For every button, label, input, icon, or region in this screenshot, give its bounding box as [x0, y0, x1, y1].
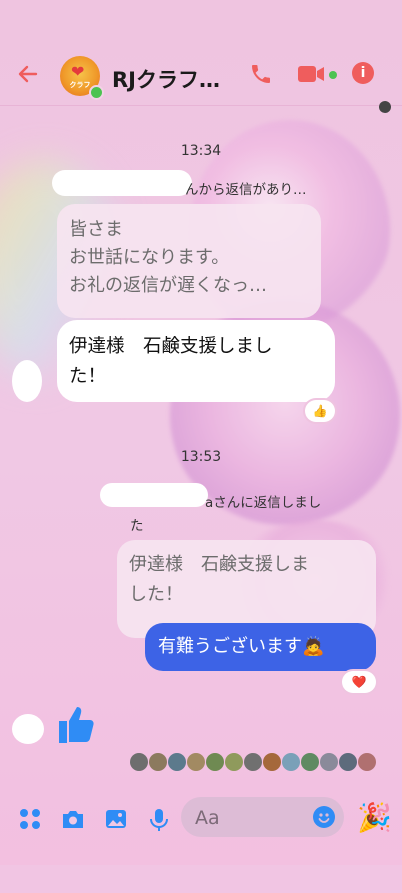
reader-avatar	[168, 753, 186, 771]
sent-message-bubble[interactable]: 有難うございます🙇	[145, 623, 376, 671]
quote-line: 皆さま	[69, 219, 123, 240]
header-divider	[0, 105, 402, 106]
online-status-dot	[89, 85, 104, 100]
reader-avatar	[187, 753, 205, 771]
message-bubble[interactable]: 伊達様 石鹸支援しまし た！	[57, 320, 335, 402]
system-nav-bar	[0, 865, 402, 893]
reader-avatar	[244, 753, 262, 771]
quote-line: 伊達様 石鹸支援しま	[129, 554, 309, 575]
phone-icon[interactable]	[249, 62, 273, 86]
quote-line: した！	[129, 584, 183, 605]
chat-header: ❤ クラフ RJクラフ… i	[0, 48, 402, 106]
reader-avatar	[358, 753, 376, 771]
reader-avatar	[225, 753, 243, 771]
back-arrow-icon[interactable]	[16, 62, 44, 90]
input-placeholder: Aa	[195, 807, 220, 829]
redacted-name	[100, 483, 208, 507]
timestamp: 13:53	[180, 449, 222, 465]
video-camera-icon[interactable]	[298, 66, 324, 82]
reader-avatar	[282, 753, 300, 771]
info-icon[interactable]: i	[352, 62, 374, 84]
reaction-badge[interactable]: 👍	[305, 400, 335, 422]
reader-avatar	[301, 753, 319, 771]
reply-note: んから返信があり…	[185, 182, 307, 198]
chat-title[interactable]: RJクラフ…	[112, 64, 220, 94]
message-composer: Aa 🎉	[0, 790, 402, 850]
emoji-icon[interactable]	[313, 806, 335, 828]
quote-line: お礼の返信が遅くなっ…	[69, 275, 267, 296]
microphone-icon[interactable]	[148, 808, 172, 832]
gallery-icon[interactable]	[105, 808, 129, 832]
sender-avatar	[12, 714, 44, 744]
chat-screen: ❤ クラフ RJクラフ… i 13:34 んから返信があり… 皆さま お世話にな…	[0, 0, 402, 893]
apps-icon[interactable]	[19, 808, 43, 832]
reply-note: aさんに返信しまし	[205, 495, 322, 511]
reader-avatar	[339, 753, 357, 771]
quoted-message[interactable]: 皆さま お世話になります。 お礼の返信が遅くなっ…	[57, 204, 321, 318]
reader-avatar	[149, 753, 167, 771]
timestamp: 13:34	[180, 143, 222, 159]
reaction-badge[interactable]: ❤️	[342, 671, 376, 693]
thumbs-up-icon[interactable]	[55, 703, 97, 745]
reader-avatar	[130, 753, 148, 771]
message-line: た！	[69, 366, 107, 387]
redacted-name	[52, 170, 192, 196]
read-receipts	[130, 753, 376, 771]
reader-avatar	[320, 753, 338, 771]
read-receipt-avatar	[379, 101, 391, 113]
message-line: 伊達様 石鹸支援しまし	[69, 336, 273, 357]
sender-avatar	[12, 360, 42, 402]
quote-line: お世話になります。	[69, 247, 230, 268]
reader-avatar	[206, 753, 224, 771]
heart-icon: ❤	[71, 62, 85, 81]
camera-icon[interactable]	[61, 808, 85, 832]
reply-note: た	[130, 518, 144, 534]
reader-avatar	[263, 753, 281, 771]
video-active-dot	[329, 71, 337, 79]
party-popper-icon[interactable]: 🎉	[357, 802, 392, 834]
